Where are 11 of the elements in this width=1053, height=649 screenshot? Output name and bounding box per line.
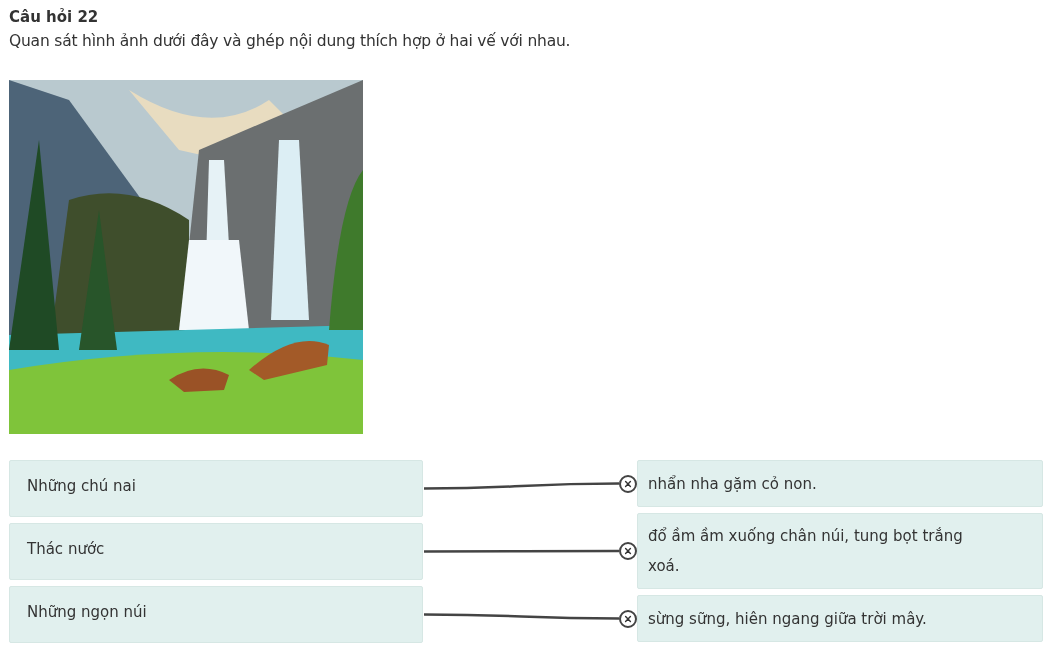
remove-icon[interactable] <box>619 609 637 628</box>
answer-option[interactable]: đổ ầm ầm xuống chân núi, tung bọt trắng xoá. <box>637 513 1043 589</box>
match-item[interactable]: Những chú nai <box>9 460 423 517</box>
answer-option[interactable]: sừng sững, hiên ngang giữa trời mây. <box>637 595 1043 642</box>
answer-option[interactable]: nhẩn nha gặm cỏ non. <box>637 460 1043 507</box>
match-item[interactable]: Những ngọn núi <box>9 586 423 643</box>
remove-icon[interactable] <box>619 474 637 493</box>
question-prompt: Quan sát hình ảnh dưới đây và ghép nội dung thích hợp ở hai vế với nhau. <box>9 31 572 52</box>
remove-icon[interactable] <box>619 542 637 560</box>
question-title: Câu hỏi 22 <box>9 7 100 28</box>
match-item[interactable]: Thác nước <box>9 523 423 580</box>
